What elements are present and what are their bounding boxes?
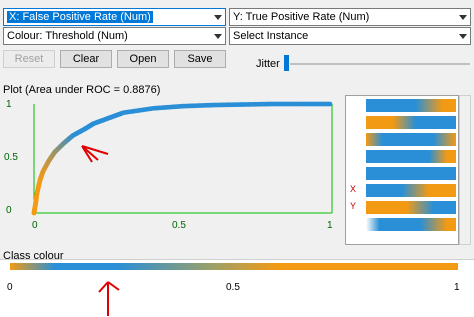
instance-select-value: Select Instance bbox=[233, 30, 309, 42]
save-button[interactable]: Save bbox=[174, 50, 226, 68]
class-colour-tick: 1 bbox=[454, 282, 460, 293]
roc-point bbox=[327, 101, 333, 107]
chevron-down-icon[interactable] bbox=[211, 28, 225, 44]
class-colour-panel: 0 0.5 1 bbox=[0, 259, 474, 317]
plot-title: Plot (Area under ROC = 0.8876) bbox=[3, 84, 161, 96]
y-axis-select[interactable]: Y: True Positive Rate (Num) bbox=[229, 8, 471, 26]
roc-chart bbox=[31, 101, 333, 216]
chevron-down-icon[interactable] bbox=[456, 9, 470, 25]
colour-select[interactable]: Colour: Threshold (Num) bbox=[3, 27, 226, 45]
instance-strip bbox=[366, 201, 456, 214]
jitter-slider-track[interactable] bbox=[290, 63, 470, 65]
chevron-down-icon[interactable] bbox=[456, 28, 470, 44]
y-tick-label: 0.5 bbox=[4, 152, 18, 163]
instance-strip bbox=[366, 99, 456, 112]
x-tick-label: 0.5 bbox=[172, 220, 186, 231]
annotation-arrow-icon bbox=[81, 145, 109, 163]
instance-strip bbox=[366, 184, 456, 197]
chevron-down-icon[interactable] bbox=[211, 9, 225, 25]
instance-strip bbox=[366, 167, 456, 180]
y-axis-tag: Y bbox=[350, 201, 357, 211]
instance-strip bbox=[366, 150, 456, 163]
open-button[interactable]: Open bbox=[117, 50, 169, 68]
jitter-label: Jitter bbox=[256, 58, 280, 70]
instance-scrollbar[interactable] bbox=[459, 95, 471, 245]
x-tick-label: 0 bbox=[32, 220, 38, 231]
annotation-arrow-icon bbox=[98, 281, 120, 316]
class-colour-tick: 0.5 bbox=[226, 282, 240, 293]
y-tick-label: 0 bbox=[6, 205, 12, 216]
y-axis-select-value: Y: True Positive Rate (Num) bbox=[233, 11, 370, 23]
x-tick-label: 1 bbox=[327, 220, 333, 231]
colour-select-value: Colour: Threshold (Num) bbox=[7, 30, 128, 42]
reset-button[interactable]: Reset bbox=[3, 50, 55, 68]
instance-strip bbox=[366, 116, 456, 129]
clear-button[interactable]: Clear bbox=[60, 50, 112, 68]
jitter-slider-thumb[interactable] bbox=[284, 55, 289, 71]
class-colour-gradient bbox=[10, 263, 458, 270]
x-axis-select[interactable]: X: False Positive Rate (Num) bbox=[3, 8, 226, 26]
instance-strip bbox=[366, 133, 456, 146]
x-axis-select-value: X: False Positive Rate (Num) bbox=[7, 11, 153, 23]
instance-select[interactable]: Select Instance bbox=[229, 27, 471, 45]
instance-strip bbox=[366, 218, 456, 231]
y-tick-label: 1 bbox=[6, 99, 12, 110]
x-axis-tag: X bbox=[350, 184, 357, 194]
instance-panel[interactable]: X Y bbox=[345, 95, 459, 245]
roc-plot[interactable]: 1 0.5 0 0 0.5 1 bbox=[0, 96, 340, 238]
class-colour-tick: 0 bbox=[7, 282, 13, 293]
